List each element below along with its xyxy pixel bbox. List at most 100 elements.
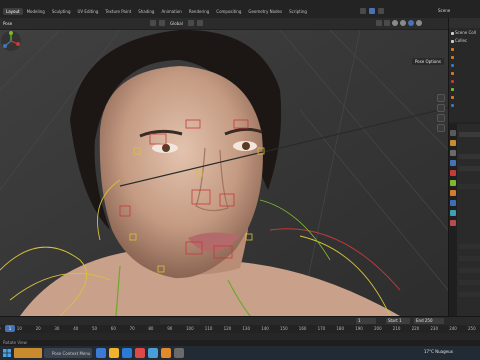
properties-row[interactable] bbox=[459, 268, 480, 273]
task-view-icon[interactable] bbox=[96, 348, 106, 358]
frame-tick-label: 130 bbox=[242, 326, 251, 331]
character-render bbox=[0, 30, 448, 316]
overlay-icon[interactable] bbox=[376, 20, 382, 26]
properties-row[interactable] bbox=[459, 184, 480, 189]
rotate-icon[interactable] bbox=[159, 20, 165, 26]
orientation-dropdown[interactable]: Global bbox=[170, 21, 183, 26]
tab-geometry-nodes[interactable]: Geometry Nodes bbox=[245, 8, 285, 15]
frame-tick-label: 120 bbox=[223, 326, 232, 331]
properties-row[interactable] bbox=[459, 256, 480, 261]
tab-animation[interactable]: Animation bbox=[158, 8, 184, 15]
frame-tick-label: 150 bbox=[280, 326, 288, 331]
outliner-row-label: Scene Coll bbox=[455, 30, 476, 35]
view-layer-icon[interactable] bbox=[378, 8, 384, 14]
render-icon[interactable] bbox=[360, 8, 366, 14]
chrome-icon[interactable] bbox=[135, 348, 145, 358]
edge-icon[interactable] bbox=[122, 348, 132, 358]
solid-shading-icon[interactable] bbox=[400, 20, 406, 26]
world-tab-icon[interactable] bbox=[450, 180, 456, 186]
outliner-row[interactable] bbox=[451, 94, 480, 99]
perspective-toggle-icon[interactable] bbox=[437, 124, 445, 132]
render-tab-icon[interactable] bbox=[450, 140, 456, 146]
outliner-row[interactable] bbox=[451, 46, 480, 51]
move-icon[interactable] bbox=[150, 20, 156, 26]
frame-tick-label: 210 bbox=[392, 326, 401, 331]
outliner-row[interactable] bbox=[451, 102, 480, 107]
tab-texture-paint[interactable]: Texture Paint bbox=[102, 8, 134, 15]
frame-tick-label: 200 bbox=[374, 326, 382, 331]
tab-rendering[interactable]: Rendering bbox=[186, 8, 212, 15]
properties-panel[interactable] bbox=[449, 124, 480, 316]
tool-tab-icon[interactable] bbox=[450, 130, 456, 136]
camera-view-icon[interactable] bbox=[437, 114, 445, 122]
snap-icon[interactable] bbox=[196, 20, 203, 26]
start-frame-field[interactable]: Start 1 bbox=[386, 318, 410, 324]
outliner-row[interactable] bbox=[451, 62, 480, 67]
tab-modeling[interactable]: Modeling bbox=[24, 8, 48, 15]
frame-cursor[interactable]: 1 bbox=[5, 325, 15, 332]
playback-controls[interactable] bbox=[160, 318, 200, 324]
scene-tab-icon[interactable] bbox=[450, 170, 456, 176]
frame-ruler[interactable]: 0 10 20 30 40 50 60 70 80 90 100 110 120 130 140 150 160… bbox=[0, 325, 480, 333]
tab-scripting[interactable]: Scripting bbox=[286, 8, 310, 15]
frame-tick-label: 60 bbox=[110, 326, 116, 331]
tab-uv-editing[interactable]: UV Editing bbox=[75, 8, 102, 15]
windows-start-icon[interactable] bbox=[2, 348, 12, 358]
properties-search[interactable] bbox=[459, 132, 480, 137]
rendered-shading-icon[interactable] bbox=[416, 20, 422, 26]
frame-tick-label: 140 bbox=[261, 326, 269, 331]
properties-row[interactable] bbox=[459, 244, 480, 249]
properties-row[interactable] bbox=[459, 280, 480, 285]
pose-options-button[interactable]: Pose Options bbox=[412, 58, 444, 65]
material-tab-icon[interactable] bbox=[450, 220, 456, 226]
scene-selector[interactable]: Scene bbox=[438, 8, 450, 13]
navigation-gizmo[interactable] bbox=[0, 30, 22, 52]
frame-tick-label: 40 bbox=[73, 326, 79, 331]
mode-selector[interactable]: Pose bbox=[3, 21, 12, 26]
frame-tick-label: 30 bbox=[54, 326, 60, 331]
current-frame-field[interactable]: 1 bbox=[356, 318, 376, 324]
frame-tick-label: 250 bbox=[468, 326, 476, 331]
scene-icons bbox=[360, 8, 384, 14]
outliner-item-icon bbox=[451, 55, 454, 59]
taskbar-thumbnail[interactable] bbox=[14, 348, 42, 358]
tab-shading[interactable]: Shading bbox=[135, 8, 157, 15]
3d-viewport[interactable]: Pose Options bbox=[0, 30, 448, 316]
properties-row[interactable] bbox=[459, 292, 480, 297]
zoom-icon[interactable] bbox=[437, 94, 445, 102]
scene-icon[interactable] bbox=[369, 8, 375, 14]
outliner-item-icon bbox=[451, 87, 454, 91]
outliner[interactable]: Scene Coll Collec bbox=[449, 18, 480, 122]
constraints-tab-icon[interactable] bbox=[450, 200, 456, 206]
outliner-row[interactable] bbox=[451, 78, 480, 83]
wireframe-shading-icon[interactable] bbox=[392, 20, 398, 26]
store-icon[interactable] bbox=[148, 348, 158, 358]
blender-icon[interactable] bbox=[161, 348, 171, 358]
outliner-row[interactable]: Collec bbox=[451, 38, 480, 43]
outliner-row[interactable] bbox=[451, 54, 480, 59]
properties-row[interactable] bbox=[459, 166, 480, 171]
weather-widget[interactable]: 17°C Nuageux bbox=[424, 349, 453, 354]
timeline-controls: 1 Start 1 End 250 bbox=[0, 317, 480, 325]
pivot-icon[interactable] bbox=[187, 20, 194, 26]
output-tab-icon[interactable] bbox=[450, 150, 456, 156]
xray-icon[interactable] bbox=[384, 20, 390, 26]
view-layer-tab-icon[interactable] bbox=[450, 160, 456, 166]
tab-compositing[interactable]: Compositing bbox=[213, 8, 244, 15]
outliner-row[interactable] bbox=[451, 86, 480, 91]
material-shading-icon[interactable] bbox=[408, 20, 414, 26]
outliner-row[interactable]: Scene Coll bbox=[451, 30, 480, 35]
tab-sculpting[interactable]: Sculpting bbox=[49, 8, 74, 15]
file-explorer-icon[interactable] bbox=[109, 348, 119, 358]
properties-row[interactable] bbox=[459, 154, 480, 159]
app-icon[interactable] bbox=[174, 348, 184, 358]
pan-icon[interactable] bbox=[437, 104, 445, 112]
tab-layout[interactable]: Layout bbox=[3, 8, 23, 15]
object-tab-icon[interactable] bbox=[450, 190, 456, 196]
taskbar-search-box[interactable]: Pose Context Menu bbox=[44, 348, 92, 358]
end-value: 250 bbox=[424, 318, 433, 323]
outliner-row[interactable] bbox=[451, 70, 480, 75]
frame-tick-label: 180 bbox=[336, 326, 345, 331]
end-frame-field[interactable]: End 250 bbox=[414, 318, 444, 324]
data-tab-icon[interactable] bbox=[450, 210, 456, 216]
